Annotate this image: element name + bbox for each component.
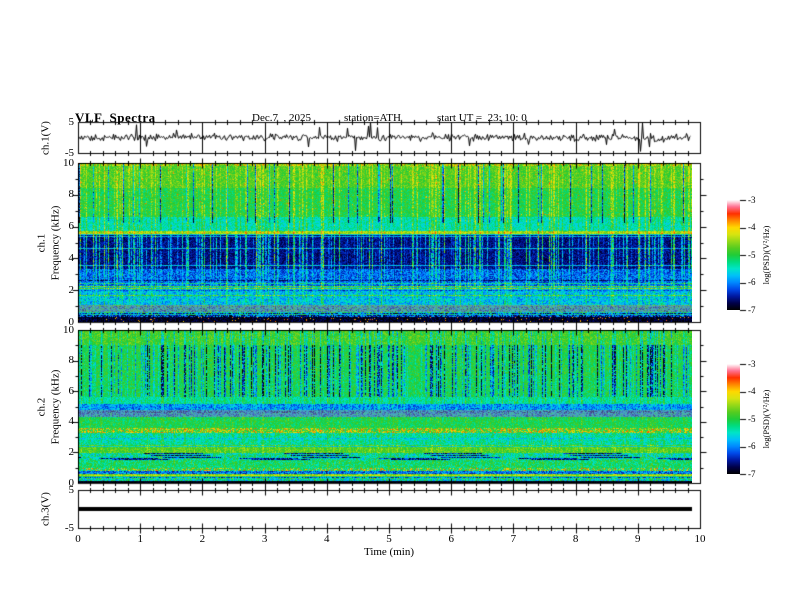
- time-tick-label: 5: [386, 533, 392, 545]
- volt-tick-label: 5: [68, 115, 75, 128]
- volt-tick-label: 5: [68, 483, 75, 496]
- time-tick-label: 7: [510, 533, 517, 545]
- freq-tick-label: 8: [68, 354, 75, 367]
- freq-tick-label: 4: [68, 251, 75, 264]
- time-tick-label: 6: [448, 533, 454, 545]
- time-tick-label: 9: [635, 533, 641, 545]
- colorbar-tick-label: -7: [748, 468, 756, 479]
- freq-tick-label: 4: [68, 415, 75, 428]
- colorbar-tick-label: -6: [748, 441, 756, 451]
- vlf-spectra-figure: VLF Spectra Dec.7 , 2025 station=ATH sta…: [0, 0, 792, 612]
- volt-tick-label: -5: [64, 521, 74, 534]
- axes-overlay-canvas: [0, 0, 792, 612]
- freq-tick-label: 10: [63, 156, 74, 169]
- time-tick-label: 2: [199, 533, 206, 545]
- colorbar-tick-label: -3: [748, 358, 756, 369]
- freq-tick-label: 10: [63, 323, 74, 336]
- freq-tick-label: 2: [68, 283, 75, 296]
- freq-tick-label: 2: [68, 445, 75, 458]
- time-tick-label: 3: [261, 533, 268, 545]
- time-tick-label: 1: [137, 533, 143, 545]
- freq-tick-label: 6: [68, 384, 75, 397]
- time-tick-label: 4: [324, 533, 330, 545]
- freq-tick-label: 6: [68, 220, 75, 233]
- colorbar-tick-label: -4: [748, 222, 756, 232]
- colorbar-tick-label: -4: [748, 386, 756, 396]
- time-tick-label: 8: [572, 533, 579, 545]
- colorbar-tick-label: -6: [748, 277, 756, 287]
- colorbar-tick-label: -5: [748, 249, 756, 260]
- time-tick-label: 10: [694, 533, 706, 545]
- colorbar-tick-label: -5: [748, 413, 756, 424]
- volt-tick-label: -5: [64, 146, 74, 159]
- time-tick-label: 0: [75, 533, 81, 545]
- freq-tick-label: 8: [68, 188, 75, 201]
- colorbar-tick-label: -3: [748, 194, 756, 205]
- colorbar-tick-label: -7: [748, 304, 756, 315]
